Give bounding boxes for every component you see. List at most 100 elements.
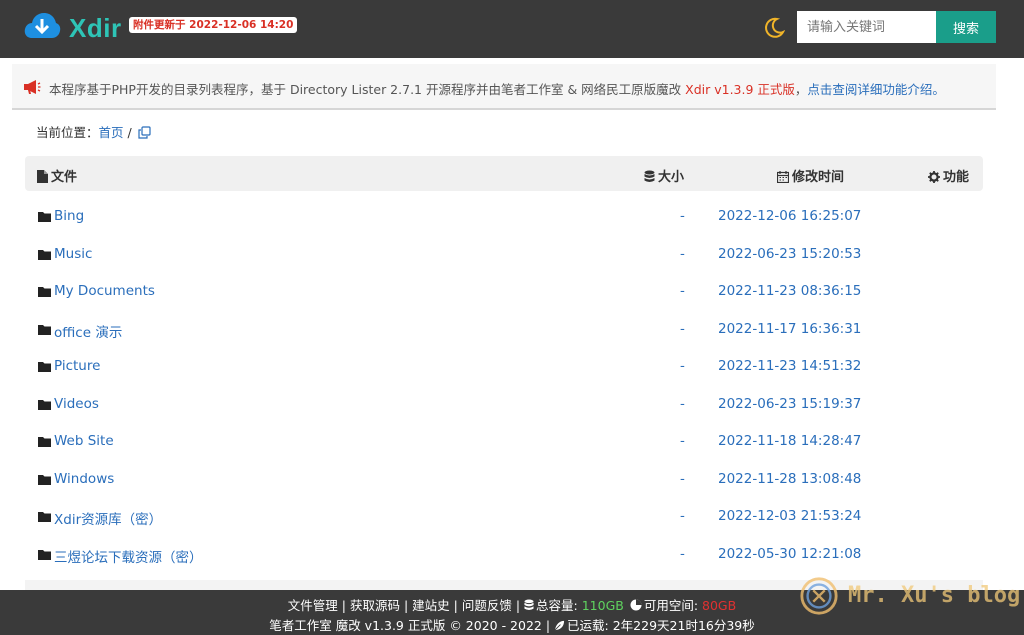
gear-icon <box>928 171 940 183</box>
folder-name-link[interactable]: Music <box>54 246 92 262</box>
folder-name-link[interactable]: 三煜论坛下载资源（密） <box>54 546 203 566</box>
footer-link-history[interactable]: 建站史 <box>412 598 450 613</box>
folder-icon <box>38 324 51 335</box>
database-icon <box>524 599 534 610</box>
folder-icon <box>38 287 51 297</box>
table-row[interactable]: Bing - 2022-12-06 16:25:07 <box>25 199 983 236</box>
table-row[interactable]: office 演示 - 2022-11-17 16:36:31 <box>25 312 983 349</box>
notice-bar: 本程序基于PHP开发的目录列表程序，基于 Directory Lister 2.… <box>12 64 996 110</box>
footer-link-feedback[interactable]: 问题反馈 <box>462 598 512 613</box>
modified-time: 2022-05-30 12:21:08 <box>718 545 862 562</box>
megaphone-icon <box>24 80 41 94</box>
notice-prefix: 本程序基于PHP开发的目录列表程序，基于 Directory Lister 2.… <box>49 82 686 97</box>
moon-icon[interactable] <box>763 17 785 39</box>
calendar-icon <box>776 171 790 184</box>
modified-time: 2022-06-23 15:19:37 <box>718 395 862 412</box>
footer-sep: | <box>337 598 350 613</box>
database-icon <box>644 170 655 182</box>
modified-time: 2022-11-23 14:51:32 <box>718 358 862 374</box>
folder-icon <box>38 249 51 260</box>
notice-text: 本程序基于PHP开发的目录列表程序，基于 Directory Lister 2.… <box>49 79 945 98</box>
folder-icon <box>38 512 51 522</box>
folder-icon <box>38 362 51 372</box>
modified-time: 2022-12-03 21:53:24 <box>718 508 862 524</box>
folder-name-link[interactable]: Windows <box>54 471 114 487</box>
column-size-label: 大小 <box>658 170 685 185</box>
breadcrumb-label: 当前位置： <box>36 125 99 140</box>
file-size: - <box>680 395 685 412</box>
folder-name-link[interactable]: Picture <box>54 358 100 374</box>
free-space-label: 可用空间: <box>643 598 703 613</box>
footer-sep: | <box>511 598 525 613</box>
notice-separator: ， <box>794 82 808 97</box>
table-row[interactable]: Web Site - 2022-11-18 14:28:47 <box>25 424 983 461</box>
table-row[interactable]: Music - 2022-06-23 15:20:53 <box>25 237 983 274</box>
leaf-icon <box>554 620 565 631</box>
folder-name-link[interactable]: Videos <box>54 396 99 412</box>
pie-chart-icon <box>630 599 642 611</box>
notice-detail-link[interactable]: 点击查阅详细功能介绍。 <box>807 82 945 97</box>
footer-sep: | <box>400 598 413 613</box>
folder-icon <box>38 212 51 222</box>
footer-copyright-line: 笔者工作室 魔改 v1.3.9 正式版 © 2020 - 2022 | 已运载:… <box>0 615 1024 634</box>
modified-time: 2022-12-06 16:25:07 <box>718 208 862 224</box>
folder-icon <box>38 474 51 485</box>
file-size: - <box>680 508 685 524</box>
file-size: - <box>680 545 685 562</box>
file-size: - <box>680 208 685 224</box>
file-size: - <box>680 245 685 262</box>
table-row[interactable]: Windows - 2022-11-28 13:08:48 <box>25 462 983 499</box>
table-row[interactable]: Picture - 2022-11-23 14:51:32 <box>25 349 983 386</box>
modified-time: 2022-06-23 15:20:53 <box>718 245 862 262</box>
folder-name-link[interactable]: My Documents <box>54 283 155 299</box>
uptime-value: 2年229天21时16分39秒 <box>612 618 755 633</box>
brand-name[interactable]: Xdir <box>69 13 122 44</box>
folder-icon <box>38 399 51 410</box>
table-row[interactable]: 三煜论坛下载资源（密） - 2022-05-30 12:21:08 <box>25 537 983 574</box>
column-time[interactable]: 修改时间 <box>776 166 844 185</box>
modified-time: 2022-11-28 13:08:48 <box>718 470 862 487</box>
folder-name-link[interactable]: Xdir资源库（密） <box>54 508 162 528</box>
folder-name-link[interactable]: Web Site <box>54 433 114 449</box>
folder-name-link[interactable]: Bing <box>54 208 84 224</box>
folder-icon <box>38 437 51 447</box>
file-size: - <box>680 320 685 337</box>
file-size: - <box>680 283 685 299</box>
column-actions: 功能 <box>928 166 969 185</box>
footer-sep: | <box>449 598 462 613</box>
breadcrumb: 当前位置：首页 / <box>36 122 151 141</box>
copyright-text: 笔者工作室 魔改 v1.3.9 正式版 © 2020 - 2022 | <box>269 618 555 633</box>
top-navbar: Xdir 附件更新于 2022-12-06 14:20 搜索 <box>0 0 1024 58</box>
column-name[interactable]: 文件 <box>37 166 77 185</box>
table-row[interactable]: Xdir资源库（密） - 2022-12-03 21:53:24 <box>25 499 983 536</box>
column-name-label: 文件 <box>51 170 78 185</box>
copy-icon[interactable] <box>138 126 151 139</box>
modified-time: 2022-11-18 14:28:47 <box>718 433 862 449</box>
total-capacity-value: 110GB <box>581 598 624 613</box>
table-row[interactable]: Videos - 2022-06-23 15:19:37 <box>25 387 983 424</box>
free-space-value: 80GB <box>702 598 737 613</box>
column-actions-label: 功能 <box>943 170 970 185</box>
modified-time: 2022-11-17 16:36:31 <box>718 320 862 337</box>
file-table-header: 文件 大小 修改时间 功能 <box>25 156 983 191</box>
file-icon <box>37 170 48 183</box>
file-size: - <box>680 470 685 487</box>
total-capacity-label: 总容量: <box>536 598 582 613</box>
folder-name-link[interactable]: office 演示 <box>54 321 122 341</box>
search-input[interactable] <box>797 11 936 43</box>
update-badge: 附件更新于 2022-12-06 14:20 <box>129 17 298 33</box>
breadcrumb-home[interactable]: 首页 <box>99 125 124 140</box>
table-row[interactable]: My Documents - 2022-11-23 08:36:15 <box>25 274 983 311</box>
breadcrumb-separator: / <box>127 125 132 140</box>
search-button[interactable]: 搜索 <box>936 11 996 43</box>
footer-link-file-manager[interactable]: 文件管理 <box>288 598 338 613</box>
column-size[interactable]: 大小 <box>644 166 684 185</box>
footer-link-source[interactable]: 获取源码 <box>350 598 400 613</box>
notice-version[interactable]: Xdir v1.3.9 正式版 <box>685 82 795 97</box>
folder-icon <box>38 549 51 560</box>
file-size: - <box>680 433 685 449</box>
uptime-label: 已运载: <box>567 618 609 633</box>
watermark-text: Mr. Xu's blog <box>848 583 1021 608</box>
file-size: - <box>680 358 685 374</box>
cloud-download-icon[interactable] <box>23 10 61 42</box>
